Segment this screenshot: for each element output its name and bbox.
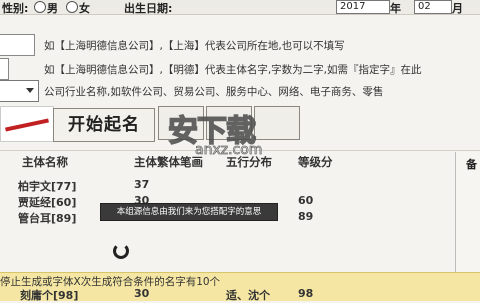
brush-stroke-icon <box>5 118 49 132</box>
notes-panel: 备 <box>455 152 480 272</box>
row-strokes: 37 <box>134 178 150 191</box>
row-name[interactable]: 贾延经[60] <box>18 194 76 210</box>
male-label: 男 <box>47 2 58 15</box>
row-name[interactable]: 柏宇文[77] <box>18 178 76 194</box>
tooltip: 本组源信息由我们来为您搭配字的意思 <box>100 203 278 221</box>
industry-hint: 公司行业名称,如软件公司、贸易公司、服务中心、网络、电子商务、零售 <box>44 86 384 98</box>
header-name: 主体名称 <box>22 155 68 169</box>
main-name-input[interactable] <box>0 58 9 80</box>
male-radio[interactable] <box>34 1 46 13</box>
industry-select[interactable] <box>0 80 39 102</box>
female-radio[interactable] <box>66 1 78 13</box>
main-name-hint: 如【上海明德信息公司】,【明德】代表主体名字,字数为二字,如需『指定字』在此 <box>44 64 422 76</box>
status-bar: 停止生成或字体X次生成符合条件的名字有10个 刻庸个[98] 30 适、沈个 9… <box>0 272 480 303</box>
watermark: 安下载 anxz.com <box>150 104 330 164</box>
female-label: 女 <box>79 2 90 15</box>
location-input[interactable] <box>0 34 35 56</box>
row-score: 60 <box>298 194 314 207</box>
loading-spinner-icon <box>113 243 129 259</box>
location-hint: 如【上海明德信息公司】,【上海】代表公司所在地,也可以不填写 <box>44 40 345 52</box>
chevron-down-icon <box>26 88 34 93</box>
status-row-strokes: 30 <box>134 287 150 300</box>
month-unit: 月 <box>452 2 463 15</box>
status-row-wuxing: 适、沈个 <box>226 289 270 302</box>
status-row-score: 98 <box>298 287 314 300</box>
year-unit: 年 <box>390 2 401 15</box>
status-row-name[interactable]: 刻庸个[98] <box>20 287 78 303</box>
month-select[interactable]: 02 <box>414 0 452 14</box>
gender-label: 性别: <box>2 2 29 15</box>
gender-birth-row: 性别: 男 女 出生日期: 2017 年 02 月 <box>0 0 480 15</box>
notes-header: 备 <box>466 158 477 171</box>
row-score: 89 <box>298 210 314 223</box>
start-naming-button[interactable]: 开始起名 <box>53 108 155 142</box>
app-logo <box>0 106 54 142</box>
year-select[interactable]: 2017 <box>336 0 390 14</box>
watermark-sub: anxz.com <box>195 142 263 159</box>
birth-date-label: 出生日期: <box>124 2 173 15</box>
row-name[interactable]: 管台耳[89] <box>18 210 76 226</box>
